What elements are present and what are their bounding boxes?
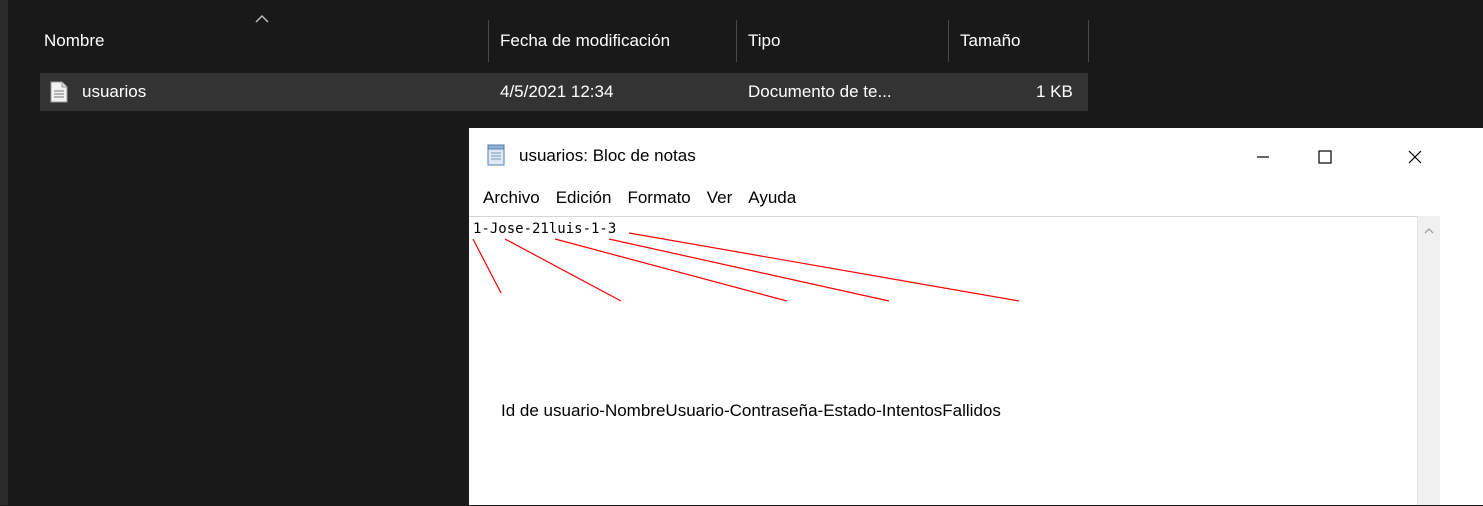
- title-bar[interactable]: usuarios: Bloc de notas: [469, 128, 1483, 186]
- navigation-pane-edge: [0, 0, 8, 505]
- minimize-button[interactable]: [1233, 128, 1293, 186]
- column-header-nombre[interactable]: Nombre: [34, 18, 484, 64]
- annotation-lines: [472, 232, 1020, 302]
- text-file-icon: [50, 81, 68, 103]
- column-header-label: Nombre: [44, 31, 105, 50]
- scroll-up-icon[interactable]: [1423, 226, 1435, 236]
- file-row[interactable]: usuarios 4/5/2021 12:34 Documento de te.…: [40, 73, 1088, 111]
- menu-archivo[interactable]: Archivo: [483, 188, 540, 214]
- maximize-button[interactable]: [1295, 128, 1355, 186]
- file-name[interactable]: usuarios: [82, 73, 146, 111]
- menu-formato[interactable]: Formato: [627, 188, 690, 214]
- column-header-tamano[interactable]: Tamaño: [950, 18, 1086, 64]
- menu-ver[interactable]: Ver: [707, 188, 733, 214]
- file-modified: 4/5/2021 12:34: [500, 82, 614, 101]
- window-title: usuarios: Bloc de notas: [519, 146, 696, 165]
- vertical-scrollbar[interactable]: [1417, 216, 1440, 505]
- column-header-label: Tamaño: [960, 31, 1021, 50]
- column-header-label: Tipo: [748, 31, 781, 50]
- menu-ayuda[interactable]: Ayuda: [748, 188, 796, 214]
- column-divider[interactable]: [948, 20, 949, 62]
- column-header-fecha[interactable]: Fecha de modificación: [490, 18, 734, 64]
- column-divider[interactable]: [736, 20, 737, 62]
- file-size: 1 KB: [1036, 82, 1073, 101]
- notepad-icon: [487, 144, 505, 166]
- file-type: Documento de te...: [748, 82, 892, 101]
- close-button[interactable]: [1385, 128, 1445, 186]
- menu-bar: Archivo Edición Formato Ver Ayuda: [483, 188, 812, 214]
- maximize-icon: [1318, 150, 1332, 164]
- menu-edicion[interactable]: Edición: [556, 188, 612, 214]
- column-header-tipo[interactable]: Tipo: [738, 18, 946, 64]
- notepad-window: usuarios: Bloc de notas Archivo Edición …: [469, 128, 1483, 505]
- minimize-icon: [1257, 156, 1269, 158]
- column-header-label: Fecha de modificación: [500, 31, 671, 50]
- close-icon: [1408, 150, 1422, 164]
- column-divider[interactable]: [1088, 20, 1089, 62]
- column-divider[interactable]: [488, 20, 489, 62]
- text-editor[interactable]: 1-Jose-21luis-1-3 Id de usuario-NombreUs…: [469, 216, 1417, 506]
